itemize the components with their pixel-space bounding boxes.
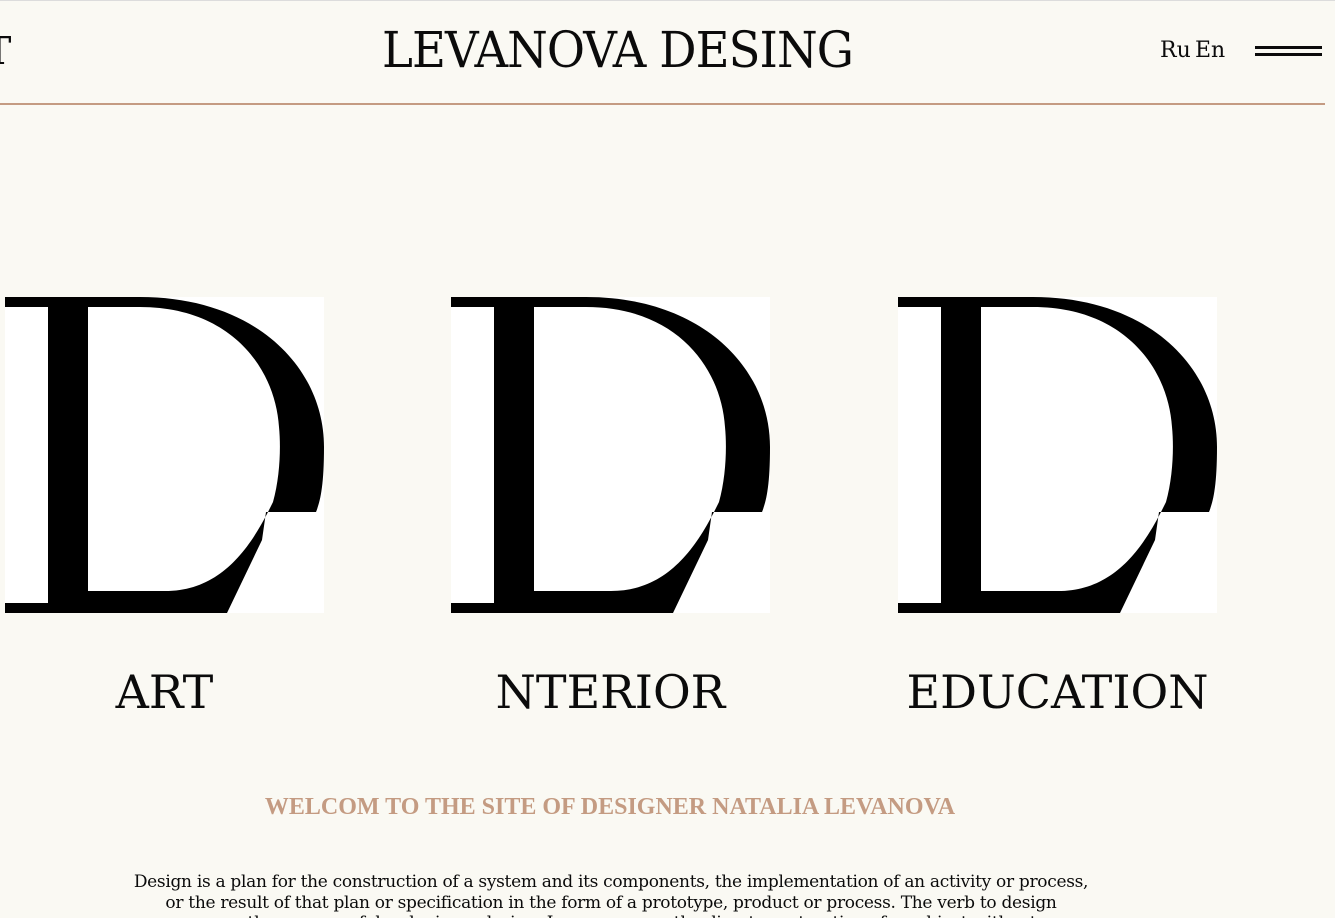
- category-label-interior[interactable]: NTERIOR: [451, 664, 770, 720]
- site-header: T LEVANOVA DESING Ru En: [0, 0, 1325, 105]
- category-label-art[interactable]: ART: [5, 664, 324, 720]
- letter-d-logo-icon: [5, 297, 324, 613]
- category-image-education[interactable]: [898, 297, 1217, 613]
- welcome-description: Design is a plan for the construction of…: [133, 872, 1089, 918]
- page: T LEVANOVA DESING Ru En ART NTERIOR EDUC…: [0, 0, 1335, 918]
- category-image-interior[interactable]: [451, 297, 770, 613]
- welcome-heading: WELCOM TO THE SITE OF DESIGNER NATALIA L…: [264, 794, 956, 820]
- hamburger-icon[interactable]: [1255, 45, 1323, 59]
- hamburger-line: [1255, 46, 1322, 49]
- lang-ru-link[interactable]: Ru: [1160, 38, 1191, 64]
- lang-en-link[interactable]: En: [1195, 38, 1225, 64]
- partial-nav-text[interactable]: T: [0, 28, 11, 74]
- hamburger-line: [1255, 53, 1322, 56]
- letter-d-logo-icon: [898, 297, 1217, 613]
- category-image-art[interactable]: [5, 297, 324, 613]
- category-label-education[interactable]: EDUCATION: [898, 664, 1217, 720]
- brand-logo[interactable]: LEVANOVA DESING: [382, 22, 854, 78]
- letter-d-logo-icon: [451, 297, 770, 613]
